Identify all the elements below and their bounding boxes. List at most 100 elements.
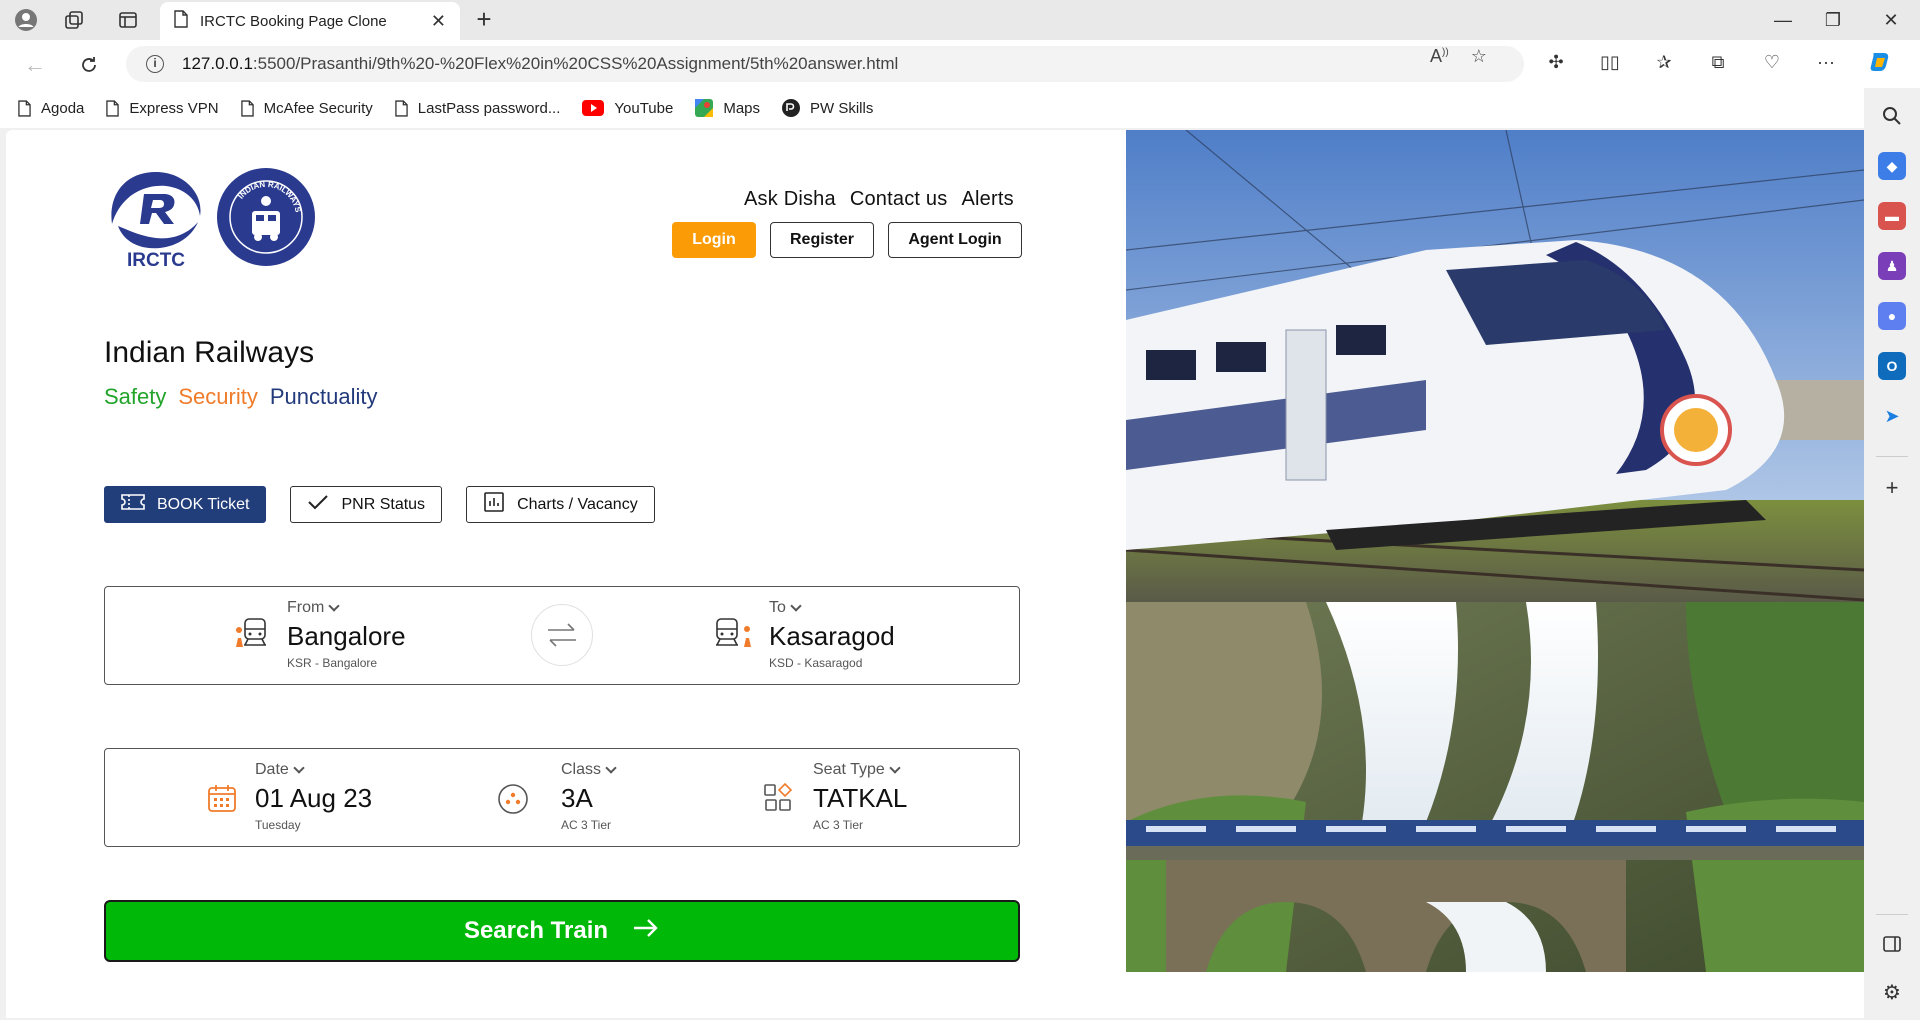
arrow-right-icon [632, 917, 660, 945]
waterfall-train-image [1126, 602, 1864, 972]
browser-tab-bar: IRCTC Booking Page Clone ✕ + — ❐ ✕ [0, 0, 1920, 40]
swap-stations-button[interactable] [531, 604, 593, 666]
from-station-code: KSR - Bangalore [287, 656, 378, 670]
send-icon[interactable]: ➤ [1878, 402, 1906, 430]
bookmark-agoda[interactable]: Agoda [18, 100, 84, 117]
date-value: 01 Aug 23 [255, 783, 373, 813]
date-field[interactable]: Date 01 Aug 23 Tuesday [255, 761, 372, 832]
sidebar-divider [1876, 914, 1908, 915]
ask-disha-link[interactable]: Ask Disha [744, 188, 836, 211]
bookmark-youtube[interactable]: YouTube [582, 100, 673, 117]
maximize-button[interactable]: ❐ [1806, 0, 1860, 40]
browser-essentials-icon[interactable]: ♡ [1758, 48, 1786, 76]
copilot-icon[interactable] [1866, 48, 1894, 76]
bookmark-lastpass[interactable]: LastPass password... [395, 100, 560, 117]
outlook-icon[interactable]: O [1878, 352, 1906, 380]
chevron-down-icon [293, 762, 305, 774]
search-train-button[interactable]: Search Train [104, 900, 1020, 962]
bookmark-label: YouTube [614, 99, 674, 117]
bookmark-label: PW Skills [810, 99, 874, 117]
search-icon[interactable] [1878, 102, 1906, 130]
chevron-down-icon [790, 600, 802, 612]
class-value: 3A [561, 783, 593, 813]
agent-login-button[interactable]: Agent Login [888, 222, 1022, 258]
from-label: From [287, 599, 325, 616]
auth-buttons: Login Register Agent Login [672, 222, 1022, 258]
bookmark-mcafee[interactable]: McAfee Security [240, 99, 373, 117]
seat-type-value: TATKAL [813, 783, 908, 813]
favorites-icon[interactable]: ✰ [1650, 48, 1678, 76]
swap-arrows-icon [548, 623, 576, 647]
pw-icon [782, 99, 801, 117]
edge-sidebar: ◆ ▬ ♟ ● O ➤ + ⚙ [1864, 88, 1920, 1020]
bookmark-maps[interactable]: Maps [695, 99, 760, 117]
office-icon[interactable]: ● [1878, 302, 1906, 330]
from-value: Bangalore [287, 621, 406, 651]
tools-icon[interactable]: ▬ [1878, 202, 1906, 230]
page-icon [240, 99, 254, 117]
register-button[interactable]: Register [770, 222, 874, 258]
chart-icon [483, 491, 505, 518]
to-field[interactable]: To Kasaragod KSD - Kasaragod [769, 599, 895, 670]
address-toolbar: ← i 127.0.0.1 :5500/Prasanthi/9th%20-%20… [0, 40, 1920, 88]
workspaces-icon[interactable] [60, 6, 88, 34]
seat-type-field[interactable]: Seat Type TATKAL AC 3 Tier [813, 761, 907, 832]
collections-icon[interactable]: ⧉ [1704, 48, 1732, 76]
back-button[interactable]: ← [20, 50, 50, 80]
active-tab[interactable]: IRCTC Booking Page Clone ✕ [160, 2, 460, 40]
tab-label: PNR Status [341, 495, 426, 513]
seat-type-label: Seat Type [813, 761, 885, 778]
close-tab-icon[interactable]: ✕ [431, 11, 446, 32]
bookmark-pw-skills[interactable]: PW Skills [782, 99, 873, 117]
class-field[interactable]: Class 3A AC 3 Tier [561, 761, 617, 832]
login-button[interactable]: Login [672, 222, 756, 258]
toolbar-icons: ✣ ▯▯ ✰ ⧉ ♡ ··· [1542, 48, 1894, 76]
tab-label: BOOK Ticket [157, 495, 250, 513]
split-screen-icon[interactable]: ▯▯ [1596, 48, 1624, 76]
games-icon[interactable]: ♟ [1878, 252, 1906, 280]
settings-gear-icon[interactable]: ⚙ [1878, 978, 1906, 1006]
date-weekday: Tuesday [255, 818, 301, 832]
to-label: To [769, 599, 786, 616]
page-icon [18, 99, 31, 117]
bookmark-label: Express VPN [129, 99, 219, 117]
favorite-star-icon[interactable]: ☆ [1471, 46, 1487, 67]
close-window-button[interactable]: ✕ [1864, 0, 1918, 40]
vertical-tabs-icon[interactable] [114, 6, 142, 34]
to-station-code: KSD - Kasaragod [769, 656, 863, 670]
hide-sidebar-icon[interactable] [1878, 930, 1906, 958]
url-actions: A)) ☆ [1430, 46, 1487, 67]
station-from-icon [233, 617, 269, 654]
address-bar[interactable]: i 127.0.0.1 :5500/Prasanthi/9th%20-%20Fl… [126, 46, 1524, 82]
site-info-icon[interactable]: i [146, 55, 164, 73]
chevron-down-icon [328, 600, 340, 612]
tab-charts-vacancy[interactable]: Charts / Vacancy [466, 486, 655, 523]
bookmark-label: McAfee Security [263, 99, 373, 117]
seat-grid-icon [763, 782, 793, 818]
extensions-icon[interactable]: ✣ [1542, 48, 1570, 76]
profile-icon[interactable] [12, 6, 40, 34]
new-tab-button[interactable]: + [468, 4, 500, 36]
to-value: Kasaragod [769, 621, 895, 651]
shopping-tag-icon[interactable]: ◆ [1878, 152, 1906, 180]
calendar-icon [207, 783, 237, 818]
add-icon[interactable]: + [1878, 474, 1906, 502]
more-options-icon[interactable]: ··· [1812, 48, 1840, 76]
minimize-button[interactable]: — [1756, 0, 1810, 40]
read-aloud-icon[interactable]: A)) [1430, 46, 1449, 67]
tagline-safety: Safety [104, 384, 167, 409]
alerts-link[interactable]: Alerts [961, 188, 1013, 211]
irctc-logo-text: IRCTC [127, 250, 185, 268]
bookmark-express-vpn[interactable]: Express VPN [106, 99, 219, 117]
checkmark-icon [307, 493, 329, 516]
ticket-icon [121, 493, 145, 516]
tab-pnr-status[interactable]: PNR Status [290, 486, 443, 523]
refresh-button[interactable] [74, 50, 104, 80]
youtube-icon [582, 100, 605, 116]
contact-us-link[interactable]: Contact us [850, 188, 948, 211]
chevron-down-icon [889, 762, 901, 774]
tab-book-ticket[interactable]: BOOK Ticket [104, 486, 267, 523]
details-box: Date 01 Aug 23 Tuesday Class 3A AC 3 Tie… [104, 748, 1020, 847]
indian-railways-seal: INDIAN RAILWAYS [217, 168, 315, 266]
from-field[interactable]: From Bangalore KSR - Bangalore [287, 599, 406, 670]
